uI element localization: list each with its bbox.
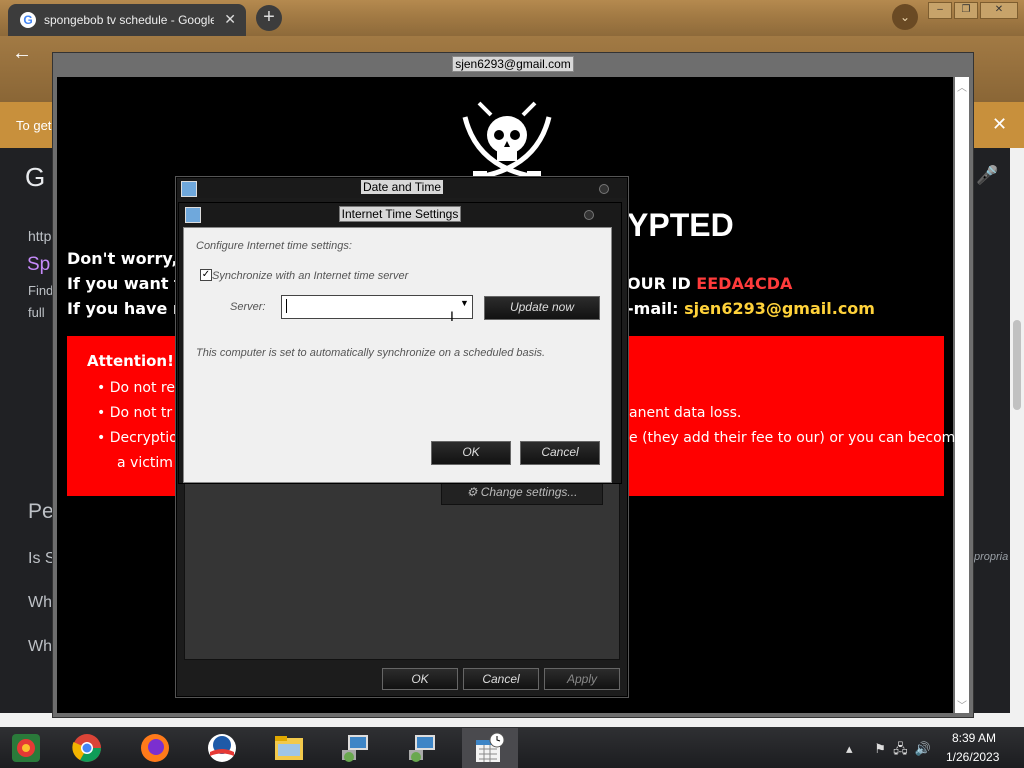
tab-close-icon[interactable]: ✕ [224, 11, 236, 28]
attention-bullet-1: Do not re [109, 380, 175, 396]
apply-button[interactable]: Apply [544, 668, 620, 690]
page-text-fragment: propria [974, 551, 1009, 563]
tab-search-button[interactable]: ⌄ [892, 4, 918, 30]
ransom-email-label: -mail: [627, 299, 679, 318]
google-logo-fragment: G [25, 162, 46, 192]
file-explorer-icon[interactable] [273, 732, 305, 764]
date-time-title: Date and Time [360, 180, 444, 194]
back-arrow-icon[interactable]: ← [12, 42, 32, 65]
ransom-heading: YPTED [627, 207, 734, 243]
result-snippet-fragment: Find [28, 283, 54, 298]
ransom-scrollbar[interactable]: ︿ ﹀ [955, 77, 969, 713]
attention-bullet-2: Do not tr [109, 405, 173, 421]
start-icon[interactable] [10, 732, 42, 764]
change-settings-label: Change settings... [480, 485, 578, 499]
system-tray: ▴ ⚑ 🖧 🔊 [846, 740, 931, 762]
result-title-fragment[interactable]: Sp [27, 254, 50, 276]
people-also-ask-fragment: Pe [28, 500, 54, 523]
ransom-id-value: EEDA4CDA [696, 274, 793, 293]
close-button[interactable]: ✕ [980, 2, 1018, 19]
scroll-up-icon[interactable]: ︿ [957, 79, 967, 94]
result-url-fragment: http [28, 228, 52, 244]
close-icon[interactable] [599, 184, 609, 194]
scroll-down-icon[interactable]: ﹀ [957, 697, 967, 712]
attention-title: Attention! [87, 352, 174, 370]
internet-time-dialog: Internet Time Settings Configure Interne… [178, 202, 622, 484]
minimize-button[interactable]: – [928, 2, 952, 19]
infobar-close-icon[interactable]: ✕ [992, 114, 1007, 135]
ransom-email-value: sjen6293@gmail.com [684, 299, 875, 318]
cancel-button[interactable]: Cancel [463, 668, 539, 690]
show-hidden-icons-icon[interactable]: ▴ [846, 741, 853, 756]
browser-tab[interactable]: G spongebob tv schedule - Google Search … [8, 4, 246, 36]
network-computer-icon[interactable] [340, 732, 372, 764]
ransomware-window-title: sjen6293@gmail.com [452, 56, 574, 72]
attention-bullet-2-end: anent data loss. [629, 405, 742, 421]
date-time-titlebar[interactable]: Date and Time [177, 178, 627, 198]
attention-bullet-3-end: e (they add their fee to our) or you can… [629, 430, 964, 446]
date-time-panel [184, 478, 620, 660]
gear-icon: ⚙ [466, 485, 478, 499]
question-fragment[interactable]: Wh [28, 594, 52, 612]
infobar-text: To get [16, 118, 52, 133]
obama-logo-icon[interactable] [206, 732, 238, 764]
internet-time-body: Configure Internet time settings: ✓ Sync… [183, 227, 612, 483]
close-icon[interactable] [584, 210, 594, 220]
browser-scroll-thumb[interactable] [1013, 320, 1021, 410]
sync-label: Synchronize with an Internet time server [212, 270, 409, 282]
maximize-button[interactable]: ❐ [954, 2, 978, 19]
google-favicon-icon: G [20, 12, 36, 28]
question-fragment[interactable]: Wh [28, 638, 52, 656]
volume-icon[interactable]: 🔊 [915, 741, 931, 756]
chrome-icon[interactable] [71, 732, 103, 764]
attention-bullet-3: Decryptio [109, 430, 178, 446]
status-text: This computer is set to automatically sy… [196, 347, 546, 359]
ok-button[interactable]: OK [382, 668, 458, 690]
ok-button[interactable]: OK [431, 441, 511, 465]
update-now-button[interactable]: Update now [484, 296, 600, 320]
network-computer-icon[interactable] [407, 732, 439, 764]
ransomware-window-titlebar[interactable]: sjen6293@gmail.com [53, 53, 973, 75]
date-time-app-icon [181, 181, 197, 197]
skull-crossbones-icon [462, 101, 552, 180]
browser-tab-title: spongebob tv schedule - Google Search [44, 13, 214, 27]
date-time-icon[interactable] [474, 732, 506, 764]
text-caret [286, 299, 287, 313]
internet-time-app-icon [185, 207, 201, 223]
network-icon[interactable]: 🖧 [893, 741, 908, 756]
new-tab-button[interactable]: + [256, 5, 282, 31]
internet-time-titlebar[interactable]: Internet Time Settings [179, 203, 621, 225]
browser-vertical-scrollbar[interactable] [1010, 148, 1024, 713]
firefox-icon[interactable] [139, 732, 171, 764]
server-label: Server: [230, 301, 266, 313]
action-center-flag-icon[interactable]: ⚑ [874, 741, 886, 756]
result-snippet-fragment: full [28, 305, 45, 320]
microphone-icon[interactable]: 🎤 [976, 165, 998, 186]
server-dropdown[interactable] [281, 295, 473, 319]
dropdown-arrow-icon[interactable]: ▼ [460, 298, 469, 308]
clock-time[interactable]: 8:39 AM [952, 731, 996, 745]
cancel-button[interactable]: Cancel [520, 441, 600, 465]
configure-label: Configure Internet time settings: [196, 240, 352, 252]
ibeam-cursor-icon: I [450, 308, 454, 324]
sync-checkbox[interactable]: ✓ [200, 269, 212, 281]
ransom-line-2: If you want to [67, 274, 193, 293]
clock-date[interactable]: 1/26/2023 [946, 750, 999, 764]
ransom-id-label: OUR ID [627, 274, 691, 293]
internet-time-title: Internet Time Settings [338, 206, 462, 222]
